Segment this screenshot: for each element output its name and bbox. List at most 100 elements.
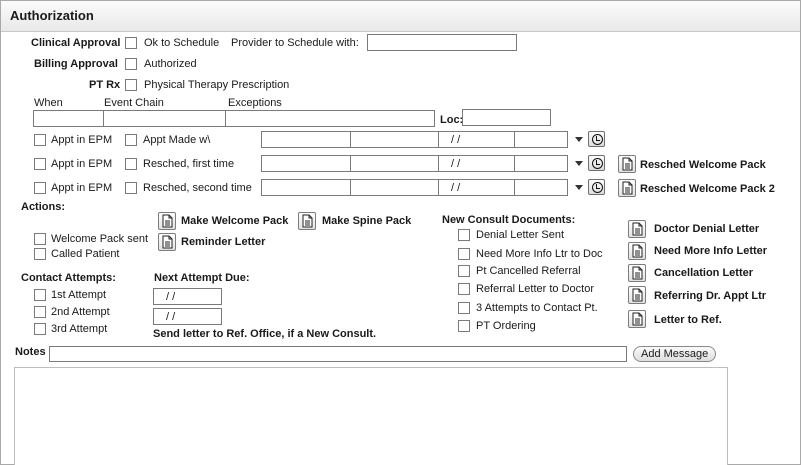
document-icon[interactable] [628,242,646,260]
appt-time-field[interactable] [514,131,568,148]
pt-rx-label: PT Rx [89,79,121,91]
resched-date-field[interactable]: / / [438,155,515,172]
resched-time-field[interactable] [514,155,568,172]
provider-input[interactable] [367,34,517,51]
next-attempt-date-1[interactable]: / / [153,288,222,305]
three-attempts-label: 3 Attempts to Contact Pt. [476,302,598,314]
make-spine-pack-link[interactable]: Make Spine Pack [322,215,411,227]
denial-letter-sent-checkbox[interactable] [458,229,470,241]
make-welcome-pack-link[interactable]: Make Welcome Pack [181,215,288,227]
exceptions-input[interactable] [225,110,435,127]
document-icon[interactable] [158,212,176,230]
clock-icon[interactable] [588,179,605,195]
loc-input[interactable] [462,109,551,126]
welcome-pack-sent-checkbox[interactable] [34,233,46,245]
letter-to-ref-link[interactable]: Letter to Ref. [654,314,722,326]
appt-in-epm-checkbox[interactable] [34,134,46,146]
resched2-date-field[interactable]: / / [438,179,515,196]
referral-letter-label: Referral Letter to Doctor [476,283,594,295]
add-message-button[interactable]: Add Message [633,346,717,362]
event-chain-input[interactable] [103,110,226,127]
cancellation-letter-link[interactable]: Cancellation Letter [654,267,753,279]
need-more-info-letter-link[interactable]: Need More Info Letter [654,245,767,257]
resched-second-label: Resched, second time [143,182,252,194]
authorized-checkbox[interactable] [125,58,137,70]
appt-in-epm-label: Appt in EPM [51,134,113,146]
notes-history-area[interactable] [14,367,728,465]
clinical-approval-label: Clinical Approval [31,37,121,49]
appt-provider-field[interactable] [261,131,351,148]
called-patient-label: Called Patient [51,248,120,260]
need-more-info-label: Need More Info Ltr to Doc [476,248,603,260]
provider-label: Provider to Schedule with: [231,37,359,49]
next-attempt-label: Next Attempt Due: [154,272,250,284]
when-input[interactable] [33,110,104,127]
third-attempt-checkbox[interactable] [34,323,46,335]
need-more-info-checkbox[interactable] [458,248,470,260]
pt-ordering-checkbox[interactable] [458,320,470,332]
clock-icon[interactable] [588,155,605,171]
consult-documents-label: New Consult Documents: [442,214,576,226]
ok-to-schedule-label: Ok to Schedule [144,37,220,49]
document-icon[interactable] [298,212,316,230]
appt-location-field[interactable] [350,131,439,148]
resched-first-label: Resched, first time [143,158,235,170]
notes-input[interactable] [49,346,627,362]
doctor-denial-letter-link[interactable]: Doctor Denial Letter [654,223,759,235]
document-icon[interactable] [628,220,646,238]
resched-second-checkbox[interactable] [125,182,137,194]
appt-in-epm-checkbox[interactable] [34,158,46,170]
document-icon[interactable] [618,179,636,197]
pt-prescription-checkbox[interactable] [125,79,137,91]
resched-provider-field[interactable] [261,155,351,172]
pt-cancelled-checkbox[interactable] [458,265,470,277]
third-attempt-label: 3rd Attempt [51,323,108,335]
appt-date-field[interactable]: / / [438,131,515,148]
appt-in-epm-label: Appt in EPM [51,158,113,170]
appt-in-epm-label: Appt in EPM [51,182,113,194]
clock-icon[interactable] [588,131,605,147]
document-icon[interactable] [618,155,636,173]
denial-letter-sent-label: Denial Letter Sent [476,229,565,241]
resched2-location-field[interactable] [350,179,439,196]
second-attempt-checkbox[interactable] [34,306,46,318]
document-icon[interactable] [628,264,646,282]
resched-welcome-pack-link[interactable]: Resched Welcome Pack [640,159,766,171]
welcome-pack-sent-label: Welcome Pack sent [51,233,149,245]
next-attempt-date-2[interactable]: / / [153,308,222,325]
notes-label: Notes [15,346,46,358]
ok-to-schedule-checkbox[interactable] [125,37,137,49]
chevron-down-icon[interactable] [575,159,583,167]
document-icon[interactable] [628,310,646,328]
authorized-label: Authorized [144,58,197,70]
document-icon[interactable] [628,286,646,304]
resched-welcome-pack-2-link[interactable]: Resched Welcome Pack 2 [640,183,775,195]
three-attempts-checkbox[interactable] [458,302,470,314]
resched2-time-field[interactable] [514,179,568,196]
panel-title: Authorization [10,8,94,23]
when-header: When [34,97,63,109]
pt-prescription-label: Physical Therapy Prescription [144,79,290,91]
pt-cancelled-label: Pt Cancelled Referral [476,265,581,277]
referring-dr-appt-ltr-link[interactable]: Referring Dr. Appt Ltr [654,290,766,302]
reminder-letter-link[interactable]: Reminder Letter [181,236,265,248]
chevron-down-icon[interactable] [575,183,583,191]
actions-label: Actions: [21,201,65,213]
second-attempt-label: 2nd Attempt [51,306,110,318]
appt-made-checkbox[interactable] [125,134,137,146]
called-patient-checkbox[interactable] [34,248,46,260]
resched-location-field[interactable] [350,155,439,172]
pt-ordering-label: PT Ordering [476,320,536,332]
exceptions-header: Exceptions [228,97,282,109]
resched-first-checkbox[interactable] [125,158,137,170]
resched2-provider-field[interactable] [261,179,351,196]
appt-in-epm-checkbox[interactable] [34,182,46,194]
first-attempt-checkbox[interactable] [34,289,46,301]
appt-made-label: Appt Made w\ [143,134,211,146]
referral-letter-checkbox[interactable] [458,283,470,295]
panel-header: Authorization [1,1,800,32]
send-letter-note: Send letter to Ref. Office, if a New Con… [153,328,377,340]
document-icon[interactable] [158,233,176,251]
chevron-down-icon[interactable] [575,135,583,143]
first-attempt-label: 1st Attempt [51,289,107,301]
